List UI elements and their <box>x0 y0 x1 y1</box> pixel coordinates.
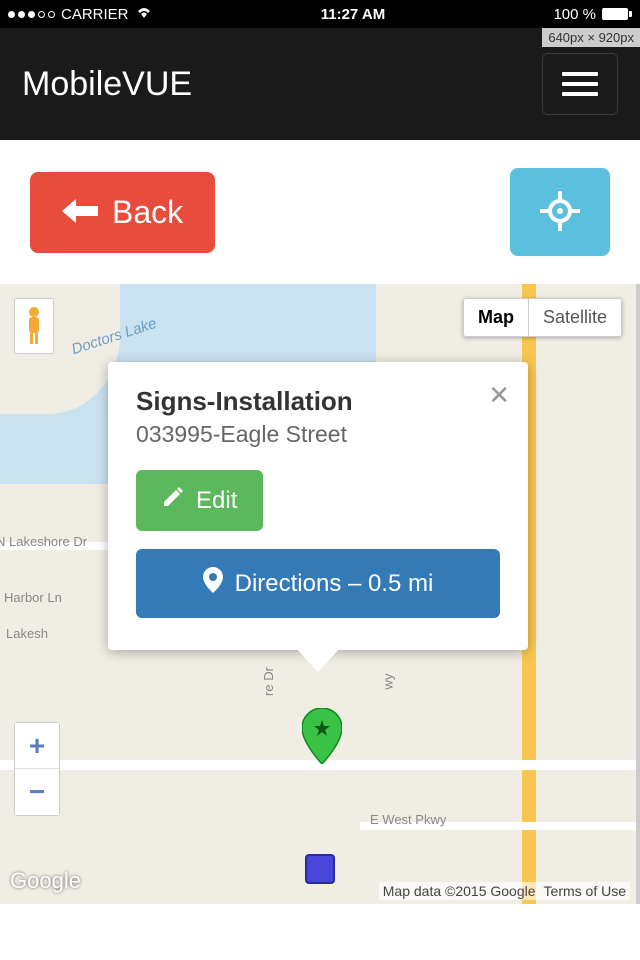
map-type-satellite[interactable]: Satellite <box>529 298 622 337</box>
close-icon: ✕ <box>488 380 510 410</box>
crosshair-icon <box>540 191 580 234</box>
road-label-wy: wy <box>380 674 395 690</box>
menu-button[interactable] <box>542 53 618 115</box>
hamburger-icon <box>562 72 598 76</box>
dimension-badge: 640px × 920px <box>542 28 640 47</box>
battery-label: 100 % <box>553 6 596 23</box>
zoom-control: + − <box>14 722 60 816</box>
arrow-left-icon <box>62 194 98 231</box>
directions-button[interactable]: Directions – 0.5 mi <box>136 549 500 618</box>
google-logo: Google <box>10 868 81 894</box>
clock: 11:27 AM <box>321 6 385 23</box>
pegman-control[interactable] <box>14 298 54 354</box>
wifi-icon <box>135 5 153 23</box>
location-pin-icon <box>203 567 223 600</box>
zoom-out-button[interactable]: − <box>15 769 59 815</box>
map-marker[interactable] <box>302 708 342 769</box>
info-subtitle: 033995-Eagle Street <box>136 421 500 448</box>
battery-icon <box>602 8 632 20</box>
pencil-icon <box>162 486 184 515</box>
status-left: CARRIER <box>8 5 153 23</box>
edit-button[interactable]: Edit <box>136 470 263 531</box>
pegman-icon <box>24 306 44 346</box>
app-title: MobileVUE <box>22 65 192 104</box>
road-label-harbor: Harbor Ln <box>4 590 62 605</box>
signal-dots-icon <box>8 11 55 18</box>
pin-icon <box>302 708 342 764</box>
map-attribution: Map data ©2015 Google Terms of Use <box>379 882 630 900</box>
close-button[interactable]: ✕ <box>488 380 510 411</box>
info-window: ✕ Signs-Installation 033995-Eagle Street… <box>108 362 528 650</box>
back-label: Back <box>112 194 183 231</box>
info-window-tail <box>296 648 340 672</box>
road-label-lakeshore: N Lakeshore Dr <box>0 534 87 549</box>
edit-label: Edit <box>196 487 237 515</box>
directions-label: Directions – 0.5 mi <box>235 570 434 598</box>
back-button[interactable]: Back <box>30 172 215 253</box>
terms-link[interactable]: Terms of Use <box>544 883 626 899</box>
status-bar: CARRIER 11:27 AM 100 % <box>0 0 640 28</box>
toolbar: Back <box>0 140 640 284</box>
road-label-ewest: E West Pkwy <box>370 812 446 827</box>
map-type-toggle: Map Satellite <box>463 298 622 337</box>
user-location-marker <box>305 854 335 884</box>
locate-button[interactable] <box>510 168 610 256</box>
zoom-in-button[interactable]: + <box>15 723 59 769</box>
status-right: 100 % <box>553 6 632 23</box>
map-type-map[interactable]: Map <box>463 298 529 337</box>
map[interactable]: Doctors Lake N Lakeshore Dr Harbor Ln La… <box>0 284 640 904</box>
road-label-redr: re Dr <box>261 667 276 696</box>
carrier-label: CARRIER <box>61 6 129 23</box>
info-title: Signs-Installation <box>136 386 500 417</box>
attribution-text: Map data ©2015 Google <box>383 883 536 899</box>
road-label-lakesh: Lakesh <box>6 626 48 641</box>
